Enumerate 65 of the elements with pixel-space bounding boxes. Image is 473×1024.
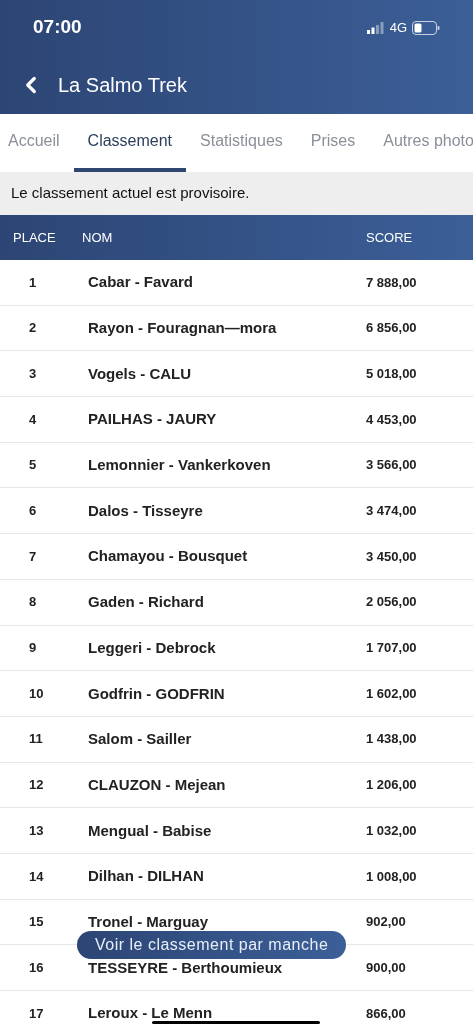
score-cell-text: 6 856,00 bbox=[366, 319, 417, 338]
place-cell-text: 17 bbox=[28, 1004, 45, 1023]
name-cell: Tronel - Marguay bbox=[88, 912, 209, 930]
name-cell: Salom - Sailler bbox=[88, 730, 192, 748]
name-cell: Leggeri - Debrock bbox=[88, 638, 216, 656]
place-cell-text: 13 bbox=[28, 821, 45, 840]
notice-banner: Le classement actuel est provisoire. bbox=[0, 172, 473, 215]
name-cell: Cabar - Favard bbox=[88, 273, 194, 291]
name-cell: Dilhan - DILHAN bbox=[88, 867, 204, 885]
battery-icon bbox=[412, 20, 440, 35]
name-cell: Leroux - Le Menn bbox=[88, 1004, 213, 1022]
score-cell-text: 900,00 bbox=[366, 958, 406, 977]
place-cell-text: 11 bbox=[28, 730, 44, 749]
tab[interactable]: Autres photo bbox=[369, 114, 473, 172]
tab[interactable]: Prises bbox=[296, 114, 370, 172]
name-cell: Rayon - Fouragnan—mora bbox=[88, 319, 277, 337]
score-cell-text: 866,00 bbox=[366, 1004, 406, 1023]
place-cell-text: 12 bbox=[28, 776, 45, 795]
name-cell: Vogels - CALU bbox=[88, 364, 192, 382]
round-ranking-button[interactable]: Voir le classement par manche bbox=[77, 931, 347, 959]
network-label: 4G bbox=[389, 18, 407, 37]
place-cell-text: 8 bbox=[28, 593, 38, 612]
name-cell: Dalos - Tisseyre bbox=[88, 501, 203, 519]
name-cell: TESSEYRE - Berthoumieux bbox=[88, 958, 283, 976]
score-cell-text: 3 566,00 bbox=[366, 456, 417, 475]
score-cell-text: 7 888,00 bbox=[366, 273, 417, 292]
column-header: SCORE bbox=[366, 228, 413, 247]
place-cell-text: 14 bbox=[28, 867, 45, 886]
place-cell-text: 2 bbox=[28, 319, 38, 338]
place-cell-text: 15 bbox=[28, 913, 45, 932]
column-header: PLACE bbox=[12, 228, 57, 247]
name-cell: Chamayou - Bousquet bbox=[88, 547, 248, 565]
place-cell-text: 4 bbox=[28, 410, 38, 429]
name-cell: Mengual - Babise bbox=[88, 821, 212, 839]
header-title: La Salmo Trek bbox=[58, 72, 187, 98]
score-cell-text: 1 707,00 bbox=[366, 639, 417, 658]
score-cell-text: 2 056,00 bbox=[366, 593, 417, 612]
score-cell-text: 5 018,00 bbox=[366, 364, 417, 383]
place-cell-text: 3 bbox=[28, 364, 38, 383]
name-cell: Lemonnier - Vankerkoven bbox=[88, 456, 271, 474]
name-cell: CLAUZON - Mejean bbox=[88, 775, 226, 793]
place-cell-text: 10 bbox=[28, 684, 45, 703]
place-cell-text: 5 bbox=[28, 456, 38, 475]
signal-icon bbox=[366, 21, 385, 34]
score-cell-text: 3 450,00 bbox=[366, 547, 417, 566]
place-cell-text: 16 bbox=[28, 958, 45, 977]
name-cell: Gaden - Richard bbox=[88, 593, 204, 611]
score-cell-text: 1 206,00 bbox=[366, 776, 417, 795]
place-cell-text: 9 bbox=[28, 639, 38, 658]
score-cell-text: 4 453,00 bbox=[366, 410, 417, 429]
name-cell: PAILHAS - JAURY bbox=[88, 410, 217, 428]
name-cell: Godfrin - GODFRIN bbox=[88, 684, 225, 702]
place-cell-text: 1 bbox=[28, 273, 38, 292]
tab[interactable]: Accueil bbox=[0, 114, 74, 172]
score-cell-text: 1 032,00 bbox=[366, 821, 417, 840]
score-cell-text: 1 438,00 bbox=[366, 730, 417, 749]
column-header: NOM bbox=[82, 228, 114, 247]
score-cell-text: 902,00 bbox=[366, 913, 406, 932]
score-cell-text: 1 008,00 bbox=[366, 867, 417, 886]
score-cell-text: 3 474,00 bbox=[366, 502, 417, 521]
score-cell-text: 1 602,00 bbox=[366, 684, 417, 703]
status-time: 07:00 bbox=[33, 15, 82, 40]
tab[interactable]: Statistiques bbox=[186, 114, 297, 172]
place-cell-text: 6 bbox=[28, 502, 38, 521]
place-cell-text: 7 bbox=[28, 547, 38, 566]
